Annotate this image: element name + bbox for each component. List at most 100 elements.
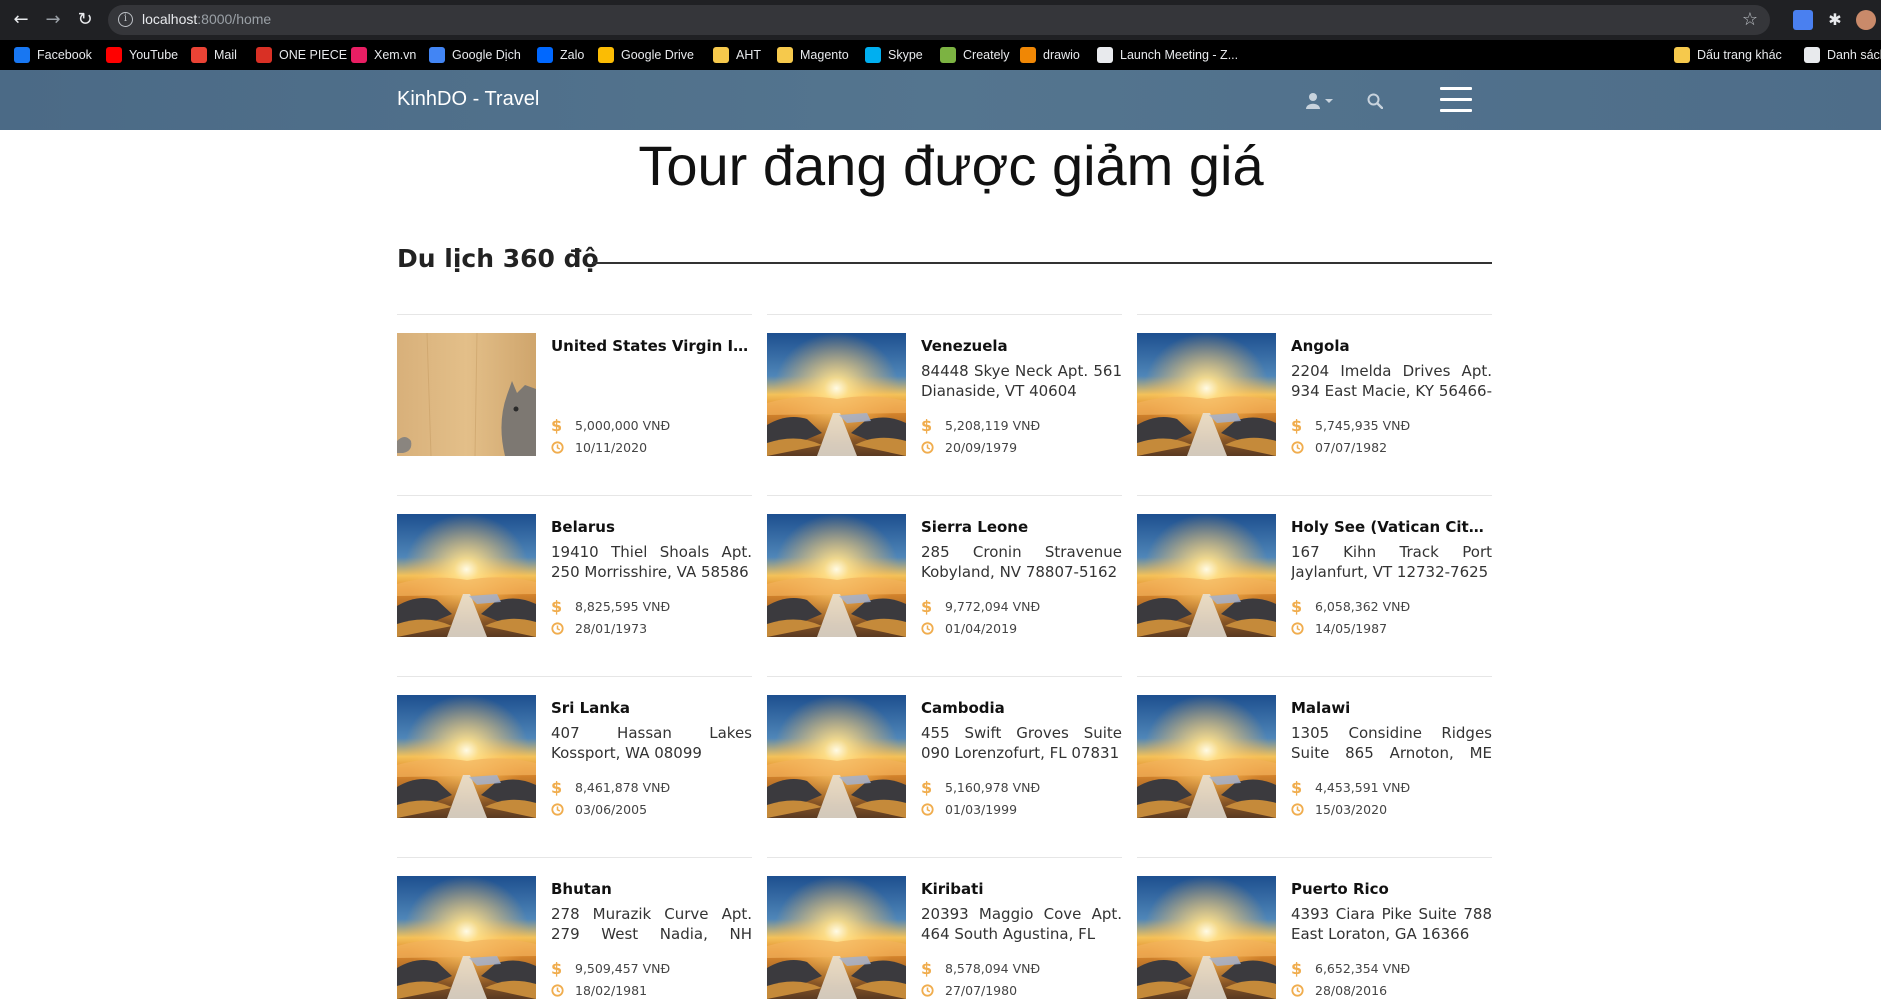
tour-name[interactable]: Sri Lanka <box>551 698 752 718</box>
browser-toolbar: ← → ↻ i localhost:8000/home ☆ ✱ <box>0 0 1881 40</box>
bookmark-item[interactable]: Xem.vn <box>351 46 416 64</box>
tour-card[interactable]: Cambodia 455 Swift Groves Suite 090 Loren… <box>767 676 1122 826</box>
tour-card[interactable]: Holy See (Vatican City St... 167 Kihn Tra… <box>1137 495 1492 645</box>
clock-icon <box>551 441 564 454</box>
tour-name[interactable]: Puerto Rico <box>1291 879 1492 899</box>
clock-icon <box>921 622 934 635</box>
tour-price-value: 5,208,119 VNĐ <box>945 418 1041 433</box>
tour-price-value: 6,652,354 VNĐ <box>1315 961 1411 976</box>
tour-address: 2204 Imelda Drives Apt. 934 East Macie, … <box>1291 362 1492 400</box>
tour-card[interactable]: Belarus 19410 Thiel Shoals Apt. 250 Morri… <box>397 495 752 645</box>
tour-thumbnail[interactable] <box>1137 333 1276 456</box>
tour-card[interactable]: United States Virgin Isla... $5,000,000 V… <box>397 314 752 464</box>
tour-card-body: United States Virgin Isla... $5,000,000 V… <box>551 333 752 455</box>
tour-name[interactable]: Kiribati <box>921 879 1122 899</box>
tour-name[interactable]: United States Virgin Isla... <box>551 336 752 356</box>
bookmark-favicon-icon <box>1020 47 1036 63</box>
tour-price: $5,745,935 VNĐ <box>1291 416 1410 435</box>
tour-thumbnail[interactable] <box>397 333 536 456</box>
bookmark-item[interactable]: Dấu trang khác <box>1674 46 1782 64</box>
menu-toggle-button[interactable] <box>1440 87 1472 113</box>
profile-avatar[interactable] <box>1856 10 1876 30</box>
site-brand[interactable]: KinhDO - Travel <box>397 88 539 111</box>
translate-extension-icon[interactable] <box>1793 10 1813 30</box>
dollar-icon: $ <box>551 778 563 797</box>
tour-name[interactable]: Venezuela <box>921 336 1122 356</box>
url-text[interactable]: localhost:8000/home <box>142 11 271 27</box>
tour-thumbnail[interactable] <box>767 333 906 456</box>
bookmark-label: Facebook <box>37 48 92 62</box>
bookmark-item[interactable]: Magento <box>777 46 849 64</box>
bookmark-item[interactable]: ONE PIECE <box>256 46 347 64</box>
tour-card[interactable]: Bhutan 278 Murazik Curve Apt. 279 West Na… <box>397 857 752 1007</box>
tour-thumbnail[interactable] <box>767 695 906 818</box>
bookmark-item[interactable]: Danh sách <box>1804 46 1881 64</box>
tour-thumbnail[interactable] <box>767 514 906 637</box>
bookmark-item[interactable]: Zalo <box>537 46 584 64</box>
site-info-icon[interactable]: i <box>118 12 133 27</box>
tour-thumbnail[interactable] <box>397 876 536 999</box>
bookmark-folder-icon <box>1804 47 1820 63</box>
bookmark-item[interactable]: Skype <box>865 46 923 64</box>
tour-name[interactable]: Bhutan <box>551 879 752 899</box>
tour-thumbnail[interactable] <box>767 876 906 999</box>
tour-card[interactable]: Sri Lanka 407 Hassan Lakes Kossport, WA 0… <box>397 676 752 826</box>
tour-date: 01/03/1999 <box>921 802 1017 817</box>
search-icon[interactable] <box>1367 93 1383 109</box>
tour-card[interactable]: Venezuela 84448 Skye Neck Apt. 561 Dianas… <box>767 314 1122 464</box>
tour-price: $9,509,457 VNĐ <box>551 959 670 978</box>
bookmark-item[interactable]: Google Dịch <box>429 46 521 64</box>
tour-name[interactable]: Angola <box>1291 336 1492 356</box>
bookmark-star-icon[interactable]: ☆ <box>1742 9 1758 30</box>
tour-name[interactable]: Sierra Leone <box>921 517 1122 537</box>
extensions-puzzle-icon[interactable]: ✱ <box>1825 10 1845 30</box>
clock-icon <box>551 984 564 997</box>
bookmark-item[interactable]: Creately <box>940 46 1010 64</box>
reload-icon[interactable]: ↻ <box>73 8 97 32</box>
tour-thumbnail[interactable] <box>1137 514 1276 637</box>
bookmark-item[interactable]: Mail <box>191 46 237 64</box>
forward-arrow-icon[interactable]: → <box>41 8 65 32</box>
tour-thumbnail[interactable] <box>397 695 536 818</box>
dollar-icon: $ <box>1291 959 1303 978</box>
back-arrow-icon[interactable]: ← <box>9 8 33 32</box>
tour-price: $6,058,362 VNĐ <box>1291 597 1410 616</box>
bookmark-item[interactable]: Launch Meeting - Z... <box>1097 46 1238 64</box>
bookmark-label: Skype <box>888 48 923 62</box>
tour-date: 28/08/2016 <box>1291 983 1387 998</box>
bookmark-item[interactable]: YouTube <box>106 46 178 64</box>
user-dropdown-icon[interactable] <box>1306 92 1336 110</box>
bookmark-item[interactable]: Google Drive <box>598 46 694 64</box>
tour-name[interactable]: Malawi <box>1291 698 1492 718</box>
clock-icon <box>1291 441 1304 454</box>
clock-icon <box>921 984 934 997</box>
bookmark-favicon-icon <box>537 47 553 63</box>
clock-icon <box>921 803 934 816</box>
dollar-icon: $ <box>921 416 933 435</box>
tour-name[interactable]: Cambodia <box>921 698 1122 718</box>
tour-card[interactable]: Angola 2204 Imelda Drives Apt. 934 East M… <box>1137 314 1492 464</box>
tour-price-value: 5,745,935 VNĐ <box>1315 418 1411 433</box>
bookmark-favicon-icon <box>191 47 207 63</box>
clock-icon <box>551 803 564 816</box>
dollar-icon: $ <box>1291 778 1303 797</box>
bookmark-item[interactable]: Facebook <box>14 46 92 64</box>
tour-card[interactable]: Malawi 1305 Considine Ridges Suite 865 Ar… <box>1137 676 1492 826</box>
bookmark-item[interactable]: AHT <box>713 46 761 64</box>
tour-thumbnail[interactable] <box>1137 695 1276 818</box>
bookmark-favicon-icon <box>14 47 30 63</box>
address-bar[interactable]: i localhost:8000/home ☆ <box>108 5 1770 35</box>
tour-card[interactable]: Puerto Rico 4393 Ciara Pike Suite 788 Eas… <box>1137 857 1492 1007</box>
tour-card[interactable]: Sierra Leone 285 Cronin Stravenue Kobylan… <box>767 495 1122 645</box>
tour-date-value: 20/09/1979 <box>945 440 1018 455</box>
tour-date-value: 14/05/1987 <box>1315 621 1388 636</box>
tour-card[interactable]: Kiribati 20393 Maggio Cove Apt. 464 South… <box>767 857 1122 1007</box>
tour-name[interactable]: Holy See (Vatican City St... <box>1291 517 1492 537</box>
bookmark-item[interactable]: drawio <box>1020 46 1080 64</box>
tour-thumbnail[interactable] <box>1137 876 1276 999</box>
page-title: Tour đang được giảm giá <box>638 134 1264 197</box>
bookmark-label: ONE PIECE <box>279 48 348 62</box>
tour-price: $5,160,978 VNĐ <box>921 778 1040 797</box>
tour-thumbnail[interactable] <box>397 514 536 637</box>
tour-name[interactable]: Belarus <box>551 517 752 537</box>
